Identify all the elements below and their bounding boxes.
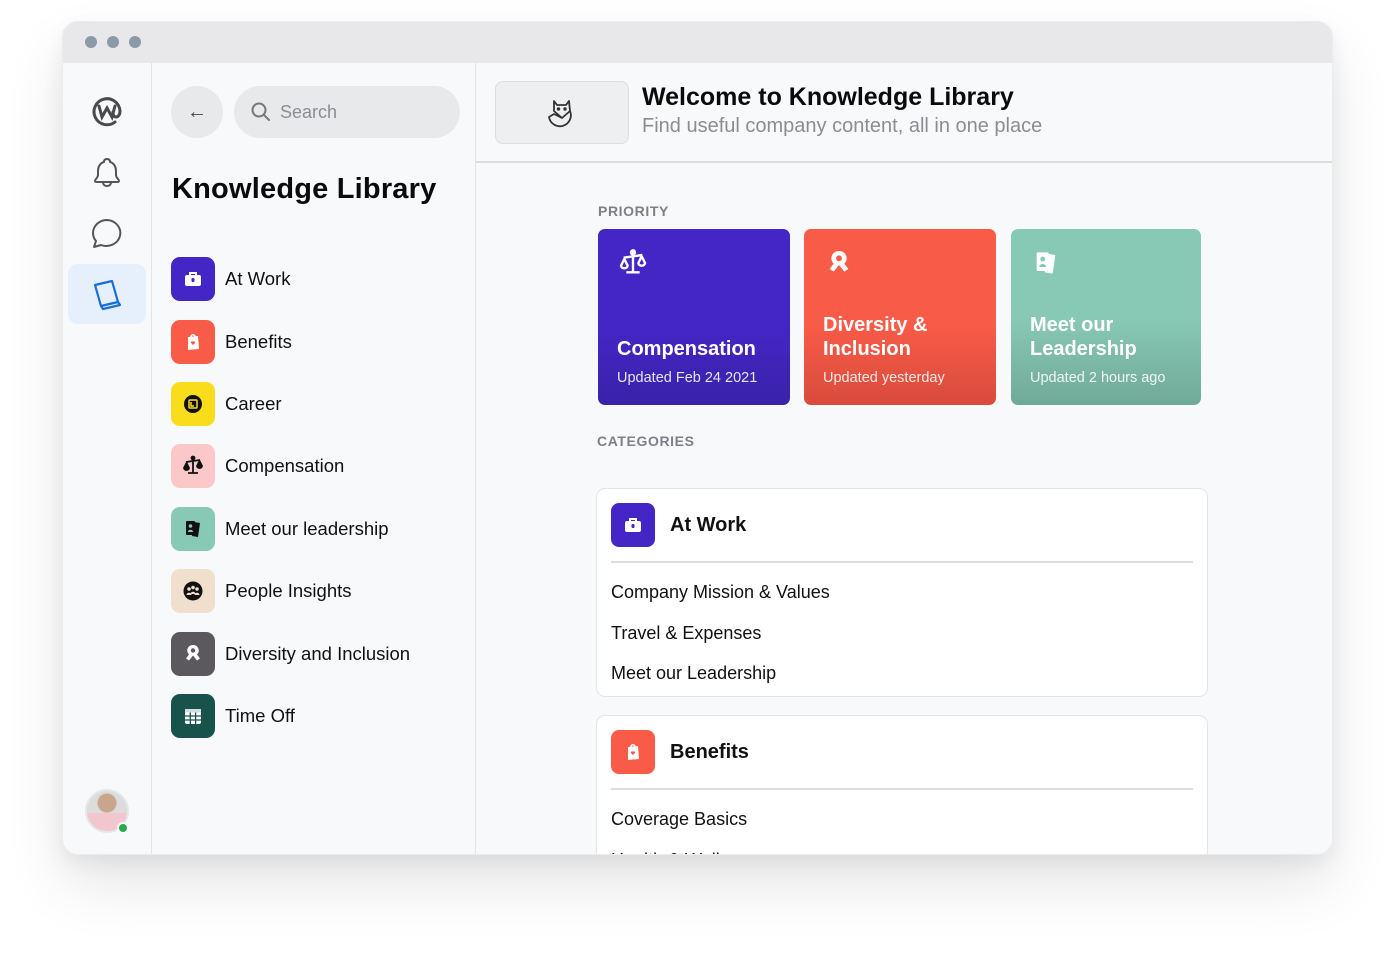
categories-section-label: CATEGORIES [597,433,695,449]
category-card-header[interactable]: Benefits [597,716,1207,788]
nav-label: Compensation [225,455,345,477]
book-icon [93,279,122,311]
nav-label: Meet our leadership [225,517,389,539]
window-close-button[interactable] [85,36,97,48]
priority-card-compensation[interactable]: Compensation Updated Feb 24 2021 [598,229,790,405]
priority-card-title: Meet our Leadership [1030,314,1137,360]
page-title: Welcome to Knowledge Library [642,83,1014,111]
scales-icon [171,444,215,489]
online-status-indicator [117,822,129,834]
category-card-at-work: At Work Company Mission & Values Travel … [596,488,1208,697]
priority-card-updated: Updated Feb 24 2021 [617,370,758,386]
priority-card-updated: Updated yesterday [823,370,945,386]
nav-item-benefits[interactable]: Benefits [171,310,461,372]
category-link[interactable]: Meet our Leadership [611,658,1193,699]
calendar-icon [171,693,215,738]
nav-label: People Insights [225,580,352,602]
window-minimize-button[interactable] [107,36,119,48]
nav-label: Benefits [225,330,292,352]
rail-notifications[interactable] [68,143,146,203]
chat-bubble-icon [92,219,122,248]
category-links: Company Mission & Values Travel & Expens… [597,563,1207,699]
rail-workplace-logo[interactable] [68,81,146,141]
fox-icon [548,99,572,127]
title-bar [63,22,1332,63]
priority-card-diversity-inclusion[interactable]: Diversity & Inclusion Updated yesterday [804,229,996,405]
career-badge-icon [171,381,215,426]
workplace-icon [92,97,122,127]
navigation-rail [63,63,152,854]
main-content: Welcome to Knowledge Library Find useful… [476,63,1332,854]
priority-card-meet-our-leadership[interactable]: Meet our Leadership Updated 2 hours ago [1011,229,1201,405]
nav-item-diversity-and-inclusion[interactable]: Diversity and Inclusion [171,622,461,684]
nav-item-compensation[interactable]: Compensation [171,435,461,497]
nav-label: At Work [225,268,291,290]
category-link[interactable]: Health & Wellness [611,845,1193,855]
id-cards-icon [1036,252,1056,274]
rail-chats[interactable] [68,204,146,264]
bell-icon [94,158,120,187]
priority-card-updated: Updated 2 hours ago [1030,370,1166,386]
ribbon-icon [171,631,215,676]
nav-item-at-work[interactable]: At Work [171,248,461,310]
nav-item-meet-our-leadership[interactable]: Meet our leadership [171,498,461,560]
shopping-bag-heart-icon [611,730,655,774]
category-card-benefits: Benefits Coverage Basics Health & Wellne… [596,715,1208,854]
shopping-bag-heart-icon [171,319,215,364]
nav-label: Diversity and Inclusion [225,642,411,664]
category-card-header[interactable]: At Work [597,489,1207,561]
app-window: ← Knowledge Library At Work Benefits [62,21,1333,855]
rail-knowledge-library[interactable] [68,264,146,324]
category-card-title: At Work [670,513,747,536]
search-icon [251,102,270,121]
ribbon-icon [829,250,849,272]
library-panel: ← Knowledge Library At Work Benefits [152,63,476,854]
nav-label: Time Off [225,704,295,726]
people-group-icon [171,569,215,614]
page-header: Welcome to Knowledge Library Find useful… [476,63,1332,163]
scales-icon [619,249,647,274]
arrow-left-icon: ← [187,100,207,123]
panel-title: Knowledge Library [172,173,437,205]
search-input[interactable] [280,101,450,123]
category-list: At Work Benefits Career Compensation Mee… [171,248,461,747]
page-subtitle: Find useful company content, all in one … [642,115,1043,137]
category-link[interactable]: Travel & Expenses [611,618,1193,659]
category-link[interactable]: Company Mission & Values [611,577,1193,618]
nav-label: Career [225,392,282,414]
nav-item-time-off[interactable]: Time Off [171,685,461,747]
briefcase-icon [611,503,655,547]
category-link[interactable]: Coverage Basics [611,804,1193,845]
priority-card-title: Diversity & Inclusion [823,314,928,360]
briefcase-icon [171,257,215,302]
nav-item-people-insights[interactable]: People Insights [171,560,461,622]
priority-section-label: PRIORITY [598,203,669,219]
nav-item-career[interactable]: Career [171,373,461,435]
window-maximize-button[interactable] [129,36,141,48]
category-links: Coverage Basics Health & Wellness [597,790,1207,854]
category-card-title: Benefits [670,740,749,763]
priority-card-title: Compensation [617,338,756,360]
library-logo [495,81,629,144]
back-button[interactable]: ← [171,86,223,138]
id-cards-icon [171,506,215,551]
search-box[interactable] [234,86,460,138]
